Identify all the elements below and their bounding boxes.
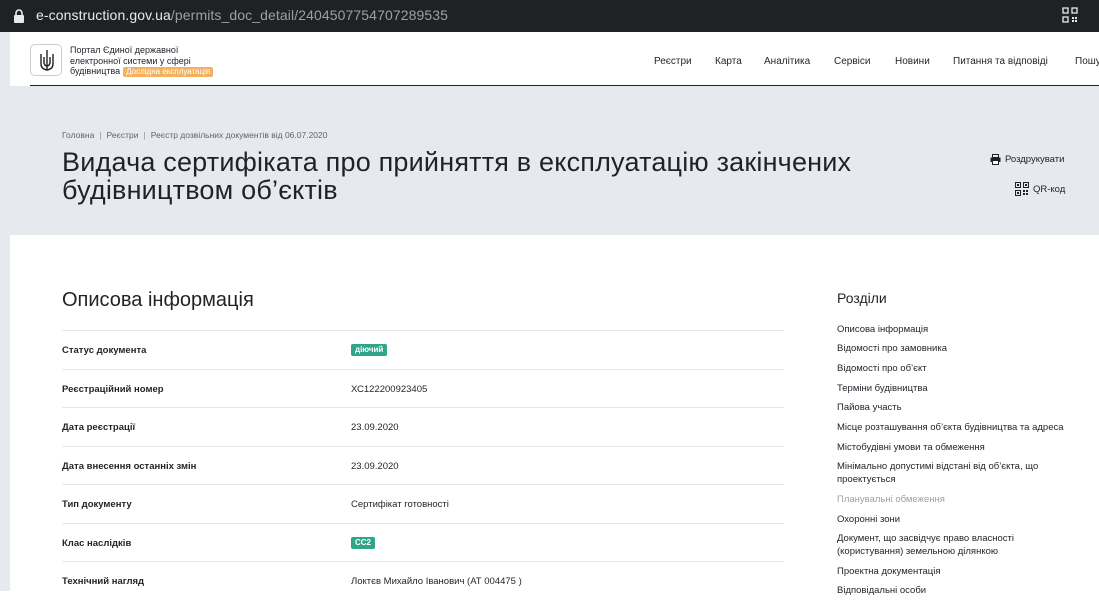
row-value: Сертифікат готовності [351, 499, 449, 510]
table-row: Дата реєстрації 23.09.2020 [62, 407, 784, 446]
trident-icon[interactable] [30, 44, 62, 76]
row-value: 23.09.2020 [351, 460, 399, 472]
printer-icon [990, 154, 1001, 165]
toc-item[interactable]: Місце розташування об’єкта будівництва т… [837, 421, 1082, 434]
row-label: Статус документа [62, 345, 147, 356]
toc-item[interactable]: Пайова участь [837, 401, 1082, 414]
toc-item[interactable]: Проектна документація [837, 565, 1082, 578]
qr-code-label: QR-код [1033, 183, 1066, 195]
url-host: e-construction.gov.ua [36, 7, 171, 23]
toc-item[interactable]: Документ, що засвідчує право власності (… [837, 532, 1082, 558]
toc-item[interactable]: Відомості про замовника [837, 342, 1082, 355]
url-field[interactable]: e-construction.gov.ua/permits_doc_detail… [36, 7, 448, 23]
breadcrumb: Головна | Реєстри | Реєстр дозвільних докуме… [62, 130, 328, 140]
table-row: Дата внесення останніх змін 23.09.2020 [62, 445, 784, 485]
print-label: Роздрукувати [1005, 154, 1065, 165]
nav-map[interactable]: Карта [715, 56, 742, 67]
status-badge: діючий [351, 344, 388, 356]
page-left-strip [0, 32, 10, 591]
row-label: Технічний нагляд [62, 576, 145, 587]
breadcrumb-current[interactable]: Реєстр дозвільних документів від 06.07.2… [151, 130, 328, 140]
toc-item[interactable]: Відомості про об’єкт [837, 362, 1082, 375]
qr-code-button[interactable]: QR-код [1015, 182, 1065, 196]
nav-services[interactable]: Сервіси [834, 56, 870, 67]
row-label: Клас наслідків [62, 537, 132, 549]
toc-title: Розділи [837, 290, 887, 306]
info-table: Статус документа діючий Реєстраційний но… [62, 330, 784, 600]
beta-badge: Дослідна експлуатація [123, 67, 214, 77]
lock-icon[interactable] [12, 8, 26, 24]
nav-analytics[interactable]: Аналітика [764, 56, 810, 67]
breadcrumb-separator: | [143, 130, 146, 140]
toc-item-disabled: Планувальні обмеження [837, 494, 945, 505]
toc-item[interactable]: Терміни будівництва [837, 382, 1082, 395]
toc-item[interactable]: Містобудівні умови та обмеження [837, 441, 1082, 454]
portal-title[interactable]: Портал Єдиної державної електронної сист… [70, 45, 230, 77]
toc-item[interactable]: Охоронні зони [837, 513, 1082, 526]
breadcrumb-separator: | [99, 130, 102, 140]
section-title: Описова інформація [62, 289, 254, 311]
table-row: Статус документа діючий [62, 330, 784, 369]
row-value: Локтєв Михайло Іванович (АТ 004475 ) [351, 576, 522, 587]
url-path: /permits_doc_detail/2404507754707289535 [170, 7, 449, 23]
breadcrumb-home[interactable]: Головна [62, 130, 94, 140]
row-value: 23.09.2020 [351, 422, 399, 433]
nav-faq[interactable]: Питання та відповіді [953, 56, 1048, 67]
qr-code-icon[interactable] [1062, 7, 1078, 23]
consequence-class-badge: СС2 [351, 536, 376, 549]
table-row: Технічний нагляд Локтєв Михайло Іванович… [62, 561, 784, 600]
toc-item[interactable]: Мінімально допустимі відстані від об’єкт… [837, 460, 1082, 486]
row-label: Дата реєстрації [62, 422, 136, 433]
breadcrumb-registries[interactable]: Реєстри [107, 130, 139, 140]
table-row: Тип документу Сертифікат готовності [62, 484, 784, 523]
row-label: Реєстраційний номер [62, 383, 164, 395]
nav-registries[interactable]: Реєстри [654, 56, 692, 67]
nav-search[interactable]: Пошу [1075, 56, 1099, 67]
row-label: Тип документу [62, 499, 132, 510]
table-row: Реєстраційний номер ХС122200923405 [62, 368, 784, 408]
toc-item[interactable]: Описова інформація [837, 323, 1082, 336]
print-button[interactable]: Роздрукувати [990, 154, 1064, 165]
row-value: ХС122200923405 [351, 383, 428, 395]
browser-address-bar: e-construction.gov.ua/permits_doc_detail… [0, 0, 1099, 32]
qr-code-icon [1015, 182, 1029, 196]
table-row: Клас наслідків СС2 [62, 522, 784, 562]
page-title: Видача сертифіката про прийняття в експл… [62, 147, 852, 205]
row-label: Дата внесення останніх змін [62, 460, 197, 472]
nav-news[interactable]: Новини [895, 56, 930, 67]
